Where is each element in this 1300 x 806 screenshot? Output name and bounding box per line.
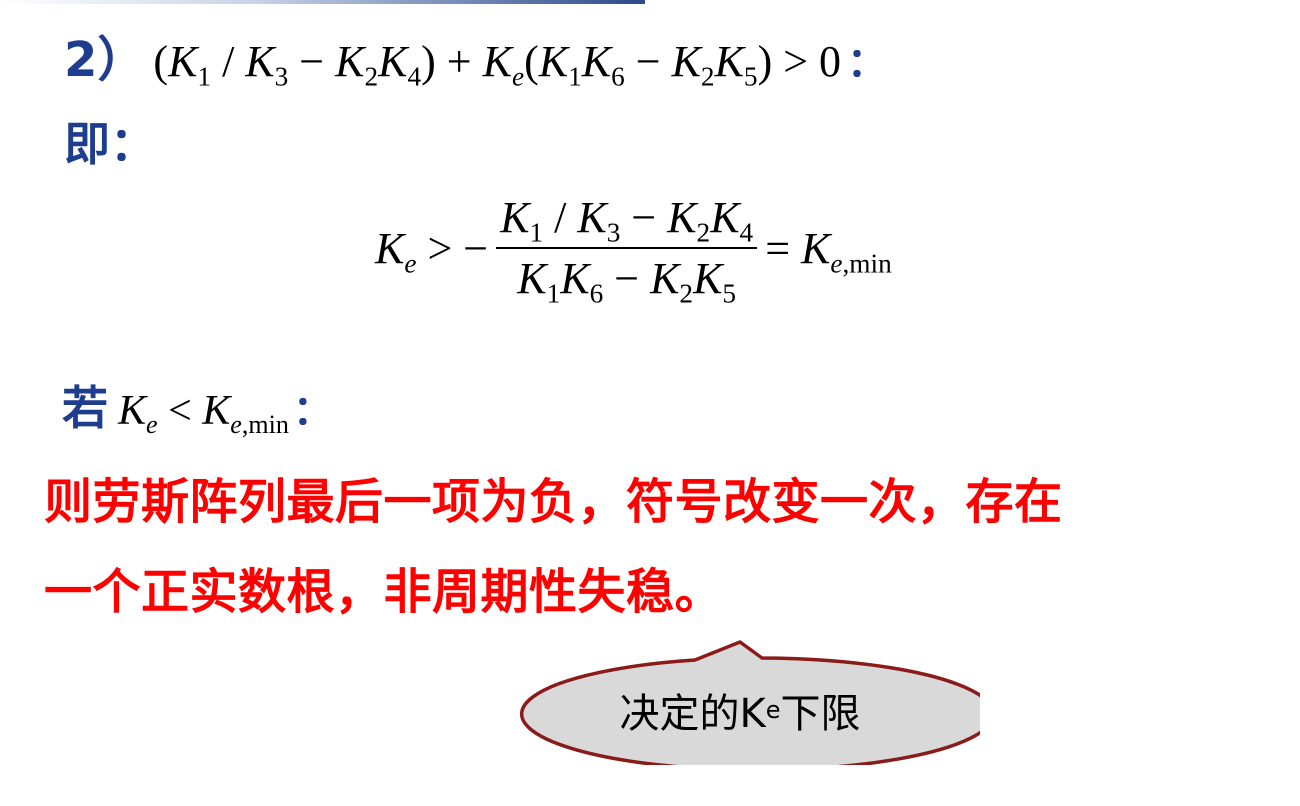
if-condition-line: 若 Ke < Ke,min ： [62, 372, 333, 438]
callout-label: 决定的K e 下限 [500, 660, 980, 760]
top-accent-bar [0, 0, 645, 4]
formula-rhs: = Ke,min [765, 223, 892, 279]
condition-2-inequality: (K1 / K3 − K2K4) + Ke(K1K6 − K2K5) > 0 [153, 37, 842, 92]
condition-colon: ： [847, 40, 888, 86]
conclusion-line-2: 一个正实数根，非周期性失稳。 [44, 564, 724, 620]
callout-text-before: 决定的K [619, 691, 766, 737]
formula-fraction: K1 / K3 − K2K4 K1K6 − K2K5 [496, 192, 758, 309]
callout-text-after: 下限 [780, 691, 861, 737]
fraction-denominator: K1K6 − K2K5 [517, 254, 737, 309]
formula-lhs: Ke > − [375, 223, 489, 279]
that-is-label: 即： [64, 117, 156, 171]
condition-2-line: 2） (K1 / K3 − K2K4) + Ke(K1K6 − K2K5) > … [64, 20, 887, 90]
fraction-numerator: K1 / K3 − K2K4 [496, 192, 758, 249]
if-colon: ： [292, 388, 333, 434]
if-label: 若 [62, 381, 108, 435]
condition-number: 2） [64, 32, 146, 88]
ke-min-formula: Ke > − K1 / K3 − K2K4 K1K6 − K2K5 = Ke,m… [375, 192, 892, 309]
if-inequality: Ke < Ke,min [118, 388, 289, 440]
conclusion-line-1: 则劳斯阵列最后一项为负，符号改变一次，存在 [44, 474, 1063, 530]
